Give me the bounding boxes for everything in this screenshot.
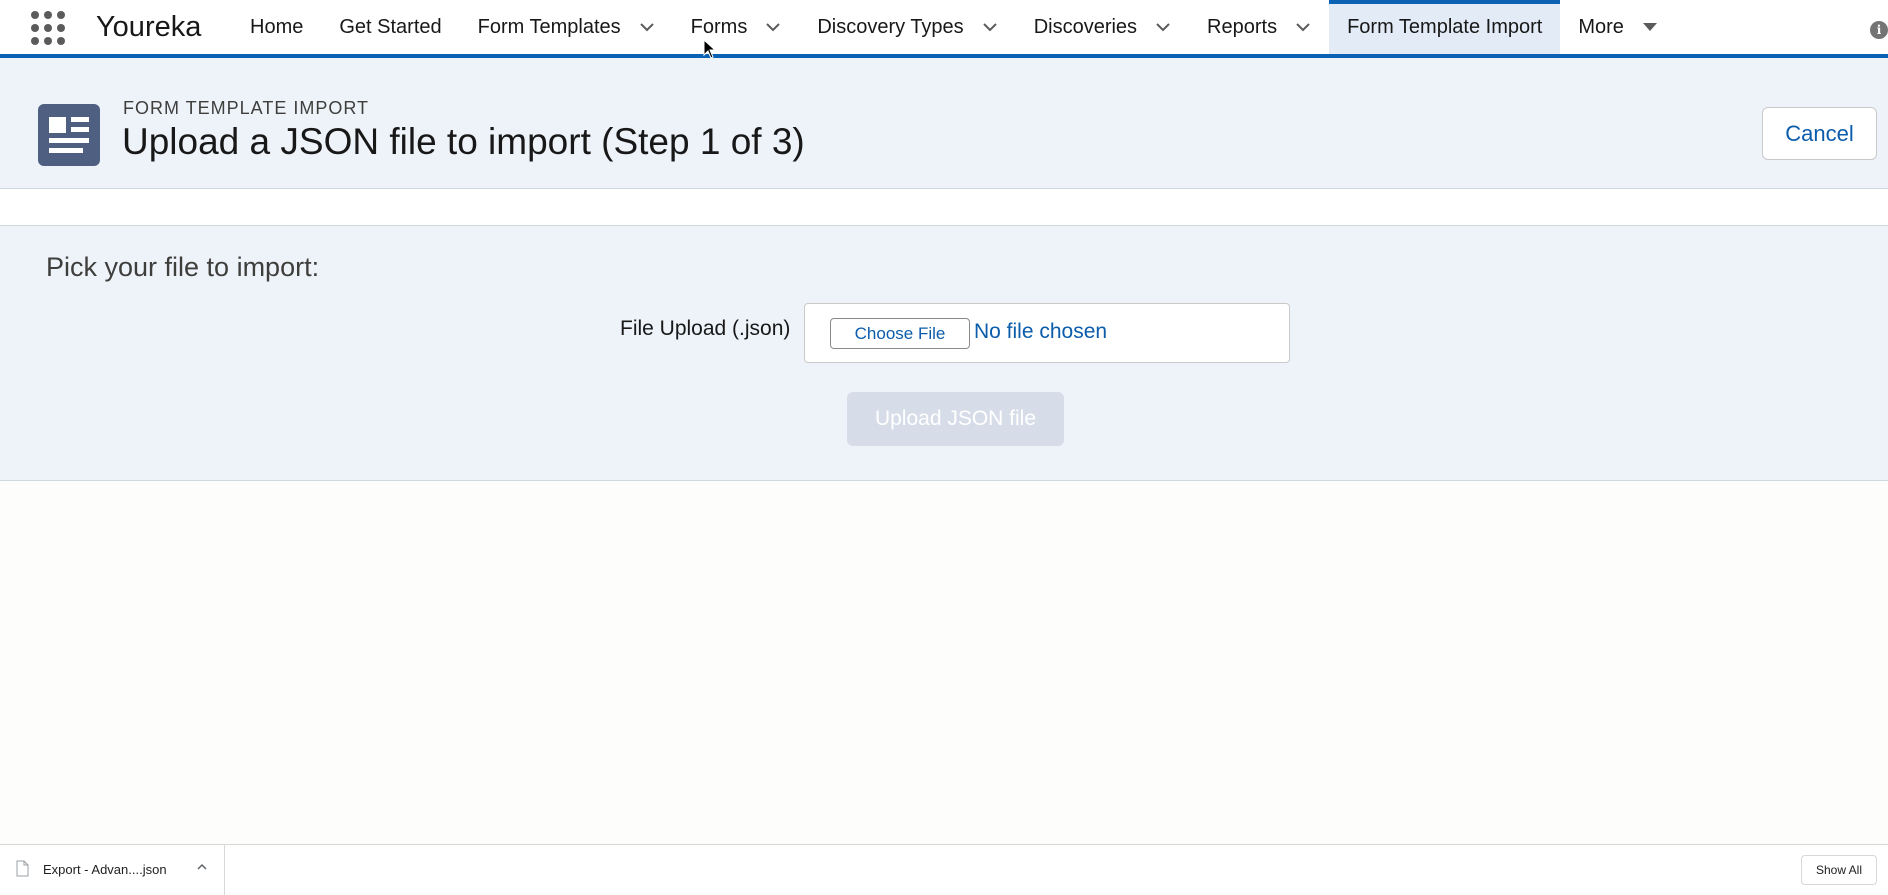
nav-item-home[interactable]: Home [232,0,321,54]
file-upload-label: File Upload (.json) [620,317,791,340]
app-launcher-icon[interactable] [31,11,65,45]
download-bar: Export - Advan....json Show All [0,844,1888,895]
caret-down-icon[interactable] [1642,19,1658,35]
spacer-band [0,189,1888,226]
file-upload-field[interactable]: Choose File No file chosen [804,303,1290,363]
chevron-down-icon[interactable] [765,19,781,35]
import-panel: Pick your file to import: File Upload (.… [0,226,1888,481]
cancel-button[interactable]: Cancel [1762,107,1877,160]
mouse-cursor-icon [703,39,717,59]
form-template-icon [38,104,100,166]
nav-item-label: Form Template Import [1347,15,1543,38]
nav-item-label: Get Started [339,15,442,38]
choose-file-button[interactable]: Choose File [830,318,970,349]
top-nav: Youreka Home Get Started Form Templates … [0,0,1888,58]
nav-item-label: Discovery Types [817,15,964,38]
chevron-down-icon[interactable] [1155,19,1171,35]
download-file-name: Export - Advan....json [43,862,167,877]
page-title: Upload a JSON file to import (Step 1 of … [122,121,805,162]
file-icon [16,860,29,877]
nav-item-reports[interactable]: Reports [1189,0,1329,54]
import-heading: Pick your file to import: [46,252,320,282]
download-item[interactable]: Export - Advan....json [0,845,225,895]
nav-item-label: More [1578,15,1624,38]
nav-item-form-templates[interactable]: Form Templates [460,0,673,54]
chevron-down-icon[interactable] [982,19,998,35]
info-icon[interactable]: i [1870,21,1888,39]
nav-item-label: Discoveries [1033,15,1138,38]
chevron-up-icon[interactable] [195,860,209,874]
nav-item-label: Home [250,15,304,38]
chevron-down-icon[interactable] [1295,19,1311,35]
show-all-button[interactable]: Show All [1801,855,1877,885]
upload-json-button[interactable]: Upload JSON file [847,392,1064,446]
nav-item-label: Forms [690,15,748,38]
nav-item-get-started[interactable]: Get Started [321,0,459,54]
nav-bar: Home Get Started Form Templates Forms Di… [232,0,1676,54]
chevron-down-icon[interactable] [639,19,655,35]
nav-item-label: Form Templates [477,15,621,38]
nav-item-forms[interactable]: Forms [673,0,800,54]
file-status-text: No file chosen [974,320,1108,343]
page-header: FORM TEMPLATE IMPORT Upload a JSON file … [0,58,1888,189]
app-name: Youreka [96,11,202,43]
nav-item-label: Reports [1207,15,1278,38]
nav-item-discovery-types[interactable]: Discovery Types [799,0,1015,54]
nav-item-discoveries[interactable]: Discoveries [1016,0,1189,54]
nav-item-form-template-import[interactable]: Form Template Import [1329,0,1561,54]
page-eyebrow: FORM TEMPLATE IMPORT [123,98,370,118]
nav-item-more[interactable]: More [1560,0,1676,54]
